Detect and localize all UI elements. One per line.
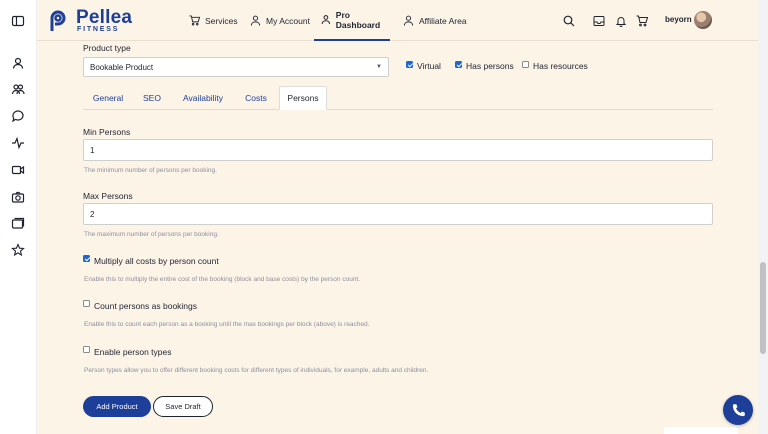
phone-icon: [732, 403, 745, 416]
scrollbar-thumb[interactable]: [760, 262, 766, 354]
has-resources-checkbox[interactable]: [522, 61, 529, 68]
tab-general[interactable]: General: [83, 86, 133, 110]
user-icon: [250, 15, 261, 26]
add-product-button[interactable]: Add Product: [83, 396, 151, 417]
call-button[interactable]: [723, 395, 753, 425]
max-persons-input[interactable]: 2: [83, 203, 713, 225]
user-icon: [321, 15, 331, 25]
camera-icon[interactable]: [11, 190, 25, 204]
brand-subtitle: FITNESS: [77, 26, 120, 33]
bell-icon[interactable]: [615, 14, 627, 27]
count-persons-help: Enable this to count each person as a bo…: [84, 321, 370, 328]
save-draft-button[interactable]: Save Draft: [153, 396, 213, 417]
min-persons-input[interactable]: 1: [83, 139, 713, 161]
cards-icon[interactable]: [11, 216, 25, 230]
product-type-label: Product type: [83, 43, 131, 53]
virtual-checkbox[interactable]: [406, 61, 413, 68]
left-sidebar: [0, 0, 37, 434]
cart-icon[interactable]: [636, 14, 649, 27]
cart-icon: [189, 15, 200, 26]
nav-affiliate-area[interactable]: Affiliate Area: [403, 0, 467, 41]
inbox-icon[interactable]: [593, 14, 605, 26]
pellea-logo-icon: [50, 10, 66, 31]
has-persons-label: Has persons: [466, 61, 514, 71]
product-type-select[interactable]: Bookable Product ▼: [83, 57, 389, 77]
video-icon[interactable]: [11, 163, 25, 177]
max-persons-label: Max Persons: [83, 191, 133, 201]
users-icon[interactable]: [11, 82, 25, 96]
nav-pro-dashboard[interactable]: Pro Dashboard: [314, 0, 390, 41]
count-persons-label: Count persons as bookings: [94, 301, 198, 311]
brand-logo[interactable]: Pellea FITNESS: [47, 8, 177, 34]
min-persons-help: The minimum number of persons per bookin…: [84, 167, 217, 174]
search-icon[interactable]: [563, 14, 575, 27]
multiply-costs-label: Multiply all costs by person count: [94, 256, 219, 266]
nav-affiliate-area-label: Affiliate Area: [419, 15, 467, 26]
nav-my-account-label: My Account: [266, 15, 310, 26]
user-name[interactable]: beyorn: [665, 15, 692, 24]
scrollbar-track[interactable]: [758, 0, 768, 434]
person-types-checkbox[interactable]: [83, 346, 90, 353]
multiply-costs-help: Enable this to multiply the entire cost …: [84, 276, 361, 283]
nav-pro-dashboard-label: Pro Dashboard: [335, 9, 381, 30]
user-icon: [403, 15, 414, 26]
has-persons-checkbox[interactable]: [455, 61, 462, 68]
chevron-down-icon: ▼: [376, 64, 382, 70]
panel-toggle-icon[interactable]: [11, 14, 25, 28]
product-type-value: Bookable Product: [90, 63, 154, 72]
tab-persons[interactable]: Persons: [279, 86, 327, 110]
count-persons-checkbox[interactable]: [83, 300, 90, 307]
nav-services-label: Services: [205, 15, 238, 26]
star-icon[interactable]: [11, 243, 25, 257]
chat-icon[interactable]: [11, 109, 25, 123]
has-resources-label: Has resources: [533, 61, 588, 71]
chat-widget-tab[interactable]: [664, 427, 738, 434]
avatar[interactable]: [694, 11, 712, 29]
min-persons-label: Min Persons: [83, 127, 131, 137]
nav-services[interactable]: Services: [189, 0, 238, 41]
activity-icon[interactable]: [11, 136, 25, 150]
person-types-help: Person types allow you to offer differen…: [84, 367, 429, 374]
person-types-label: Enable person types: [94, 347, 172, 357]
multiply-costs-checkbox[interactable]: [83, 255, 90, 262]
max-persons-help: The maximum number of persons per bookin…: [84, 231, 219, 238]
user-network-icon[interactable]: [11, 56, 25, 70]
tab-seo[interactable]: SEO: [136, 86, 168, 110]
brand-name: Pellea: [76, 7, 133, 28]
virtual-label: Virtual: [417, 61, 441, 71]
tab-costs[interactable]: Costs: [237, 86, 275, 110]
tab-availability[interactable]: Availability: [173, 86, 233, 110]
nav-my-account[interactable]: My Account: [250, 0, 310, 41]
